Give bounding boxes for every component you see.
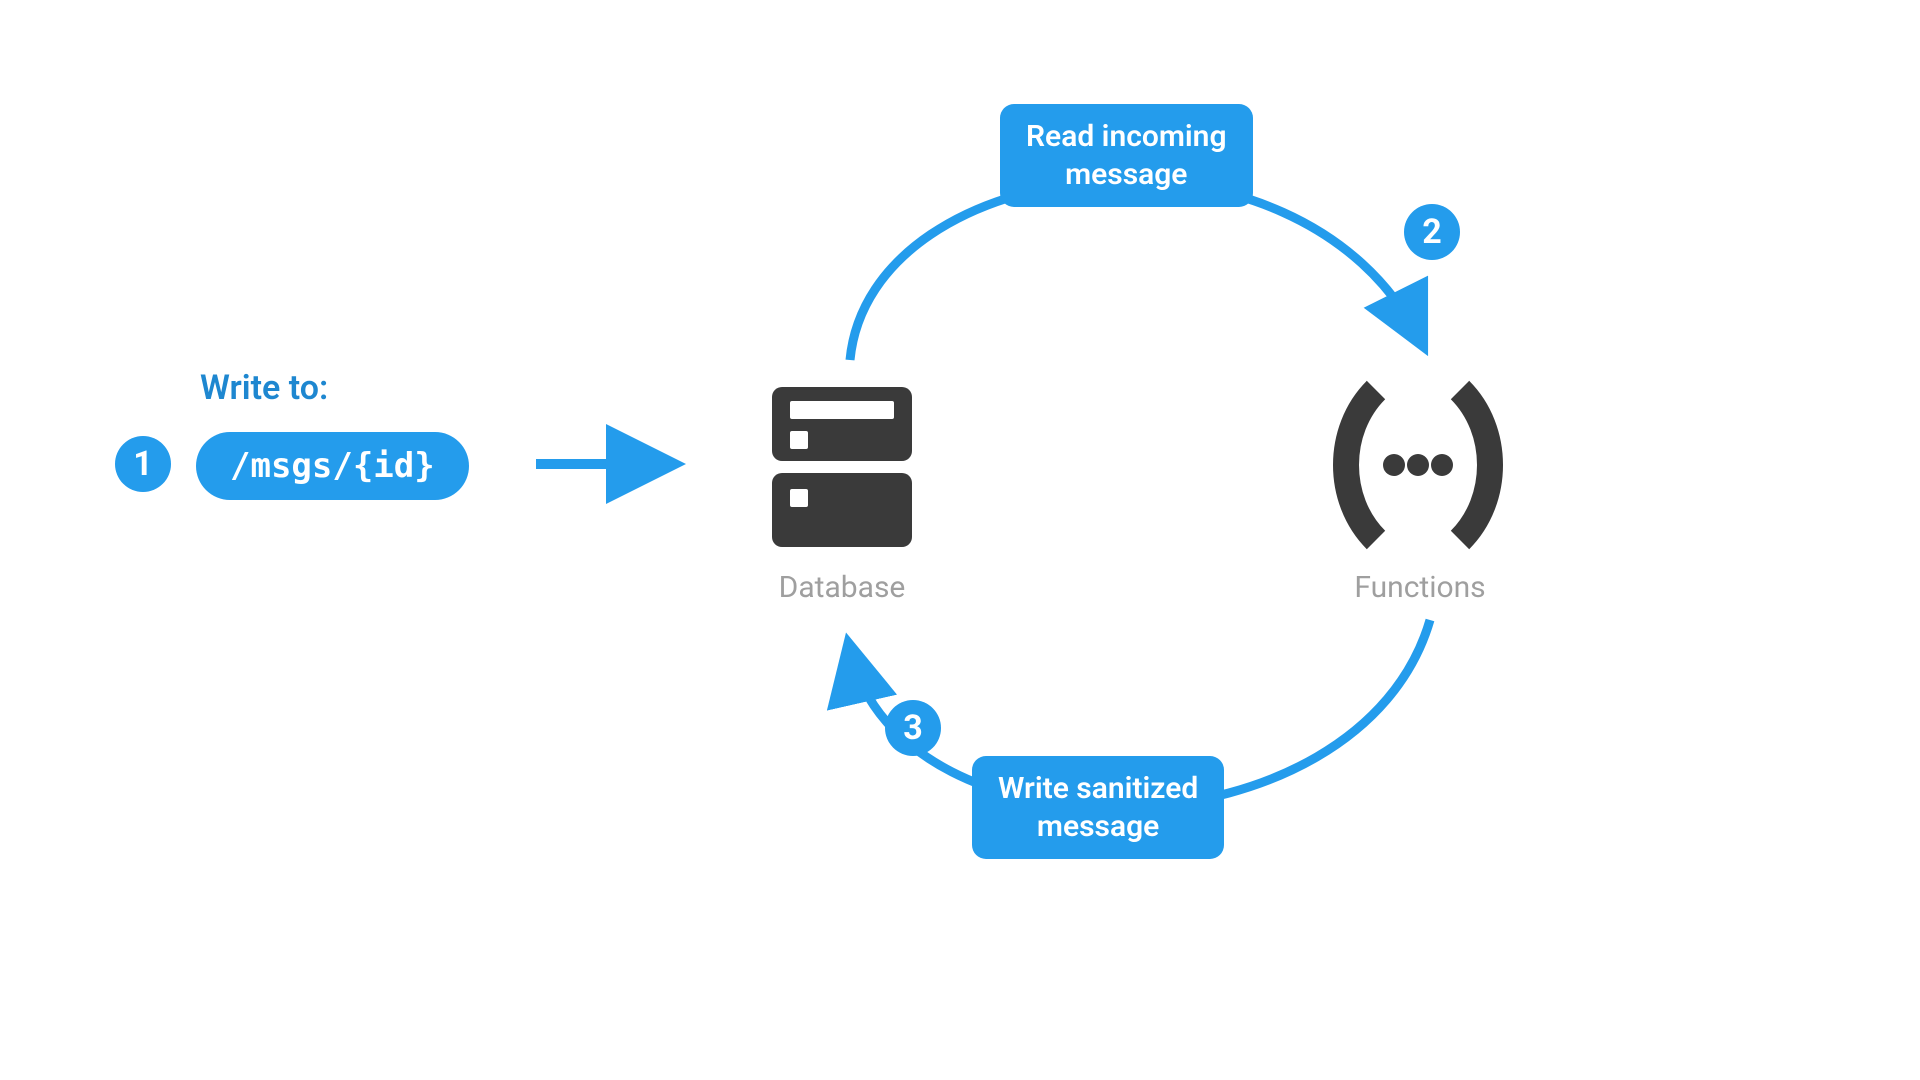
path-pill: /msgs/{id} bbox=[196, 432, 469, 500]
step-number: 3 bbox=[903, 711, 923, 745]
step-badge-2: 2 bbox=[1404, 204, 1460, 260]
write-sanitized-label: Write sanitized message bbox=[972, 756, 1224, 859]
brackets-ellipsis-icon bbox=[1318, 380, 1518, 550]
step-badge-3: 3 bbox=[885, 700, 941, 756]
step-number: 2 bbox=[1422, 215, 1442, 249]
step-number: 1 bbox=[133, 447, 153, 481]
read-incoming-label: Read incoming message bbox=[1000, 104, 1253, 207]
server-icon bbox=[762, 381, 922, 551]
step-badge-1: 1 bbox=[115, 436, 171, 492]
arc-top bbox=[760, 40, 1500, 400]
write-to-heading: Write to: bbox=[200, 368, 328, 408]
arc-bottom bbox=[760, 560, 1500, 940]
arrow-write-to-db bbox=[536, 448, 706, 488]
